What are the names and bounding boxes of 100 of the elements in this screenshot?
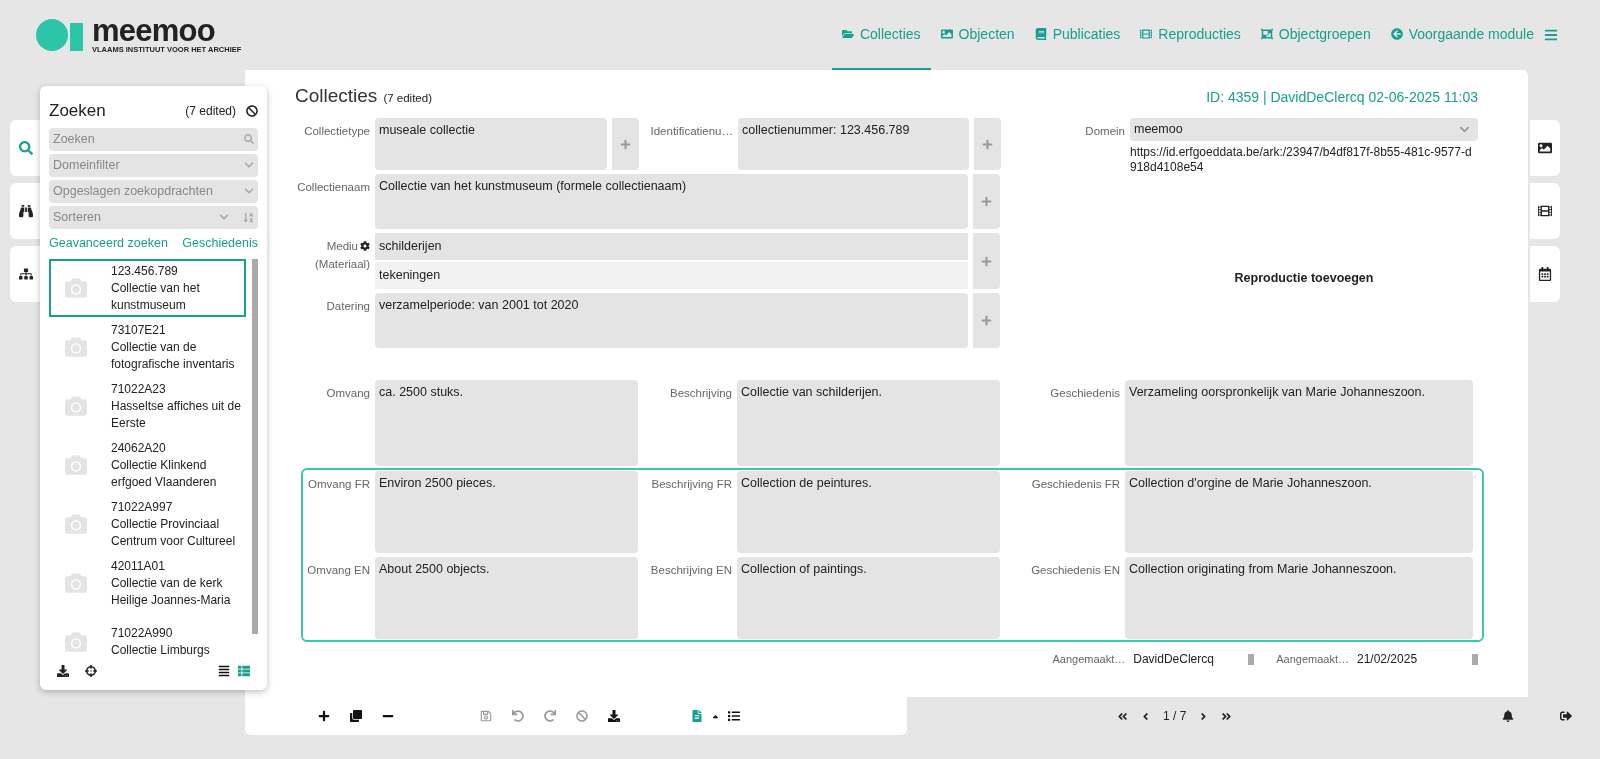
document-icon (691, 710, 703, 722)
film-tab[interactable] (1530, 183, 1560, 239)
scroll-handle-icon (1248, 653, 1255, 665)
edited-count: (7 edited) (383, 90, 432, 106)
detail-list-icon (238, 665, 250, 678)
side-tab[interactable] (10, 183, 42, 239)
text-field[interactable]: collectienummer: 123.456.789 (738, 118, 969, 170)
camera-icon (65, 513, 87, 536)
camera-icon (65, 277, 87, 300)
download-button[interactable] (605, 707, 623, 725)
logo-wordmark: meemoo (92, 16, 215, 47)
result-item[interactable]: 42011A01 Collectie van de kerk Heilige Joannes-Maria (49, 554, 246, 613)
logo-icon (36, 19, 84, 51)
result-item[interactable]: 71022A997 Collectie Provinciaal Centrum voor Cultureel (49, 495, 246, 554)
text-field[interactable]: Collection of paintings. (737, 557, 1000, 639)
result-id: 71022A23 (111, 380, 167, 398)
text-field[interactable]: museale collectie (375, 118, 607, 170)
field-label: Domein (1084, 124, 1126, 139)
double-chevron-left-icon (1117, 710, 1128, 722)
redo-icon (544, 710, 556, 722)
list-icon (218, 665, 230, 678)
menu-icon (1544, 28, 1558, 42)
ban-icon (246, 104, 258, 117)
camera-icon (65, 395, 87, 418)
result-item[interactable]: 71022A990 Collectie Limburgs (49, 613, 246, 664)
download-icon (608, 710, 620, 722)
record-title: Collecties (295, 83, 378, 108)
camera-icon (65, 336, 87, 359)
result-title: Collectie van de fotografische inventaris (111, 338, 236, 373)
text-field[interactable]: Collection originating from Marie Johanneszoon. (1125, 557, 1473, 639)
logout-icon (1560, 710, 1573, 722)
plus-icon (981, 196, 992, 207)
image-icon (940, 28, 953, 40)
crosshair-button[interactable] (85, 665, 97, 678)
list-icon (728, 710, 740, 722)
film-icon (1538, 204, 1552, 218)
result-title: Collectie van het kunstmuseum (111, 279, 201, 314)
double-chevron-right-icon (1221, 710, 1233, 722)
result-item[interactable]: 73107E21 Collectie van de fotografische inventaris (49, 318, 246, 377)
notifications-button[interactable] (1502, 710, 1515, 722)
result-title: Collectie Limburgs (111, 642, 210, 660)
result-title: Collectie van de kerk Heilige Joannes-Maria (111, 574, 232, 609)
field-label: Beschrijving (669, 386, 733, 401)
view-toggle[interactable] (218, 665, 230, 678)
plus-icon (981, 315, 992, 326)
back-arrow-icon (1390, 28, 1403, 40)
sitemap-icon (19, 267, 33, 281)
text-field[interactable]: ca. 2500 stuks. (375, 380, 638, 466)
bell-icon (1502, 710, 1515, 722)
text-field[interactable]: Collectie van schilderijen. (737, 380, 1000, 466)
record-meta: ID: 4359 | DavidDeClercq 02-06-2025 11:03 (1206, 88, 1478, 107)
text-field[interactable]: Collection de peintures. (737, 471, 1000, 553)
side-tab[interactable] (10, 246, 42, 302)
download-button[interactable] (57, 665, 69, 678)
page-indicator: 1 / 7 (1163, 708, 1187, 725)
field-label: Aangemaakt… (1052, 651, 1126, 667)
field-label: Mediu (326, 239, 358, 254)
domain-select[interactable]: meemoo (1130, 118, 1478, 141)
add-reproduction-button[interactable]: Reproductie toevoegen (1234, 269, 1374, 288)
chevron-down-icon (244, 186, 254, 196)
text-field[interactable]: About 2500 objects. (375, 557, 638, 639)
scroll-handle-icon (1472, 653, 1478, 665)
field-label: Beschrijving FR (650, 477, 733, 492)
first-page-button[interactable] (1117, 710, 1128, 722)
last-page-button[interactable] (1221, 710, 1233, 722)
field-value: DavidDeClercq (1133, 651, 1215, 668)
result-id: 71022A990 (111, 625, 174, 643)
camera-icon (65, 631, 87, 654)
camera-icon (65, 572, 87, 595)
cancel-icon (576, 710, 588, 722)
undo-icon (512, 710, 524, 722)
text-field[interactable]: Verzameling oorspronkelijk van Marie Johanneszoon. (1125, 380, 1473, 466)
text-field[interactable]: Collection d'orgine de Marie Johanneszoon. (1125, 471, 1473, 553)
field-label: Aangemaakt… (1276, 651, 1349, 667)
save-icon (480, 710, 492, 722)
calendar-tab[interactable] (1530, 246, 1560, 302)
field-sublabel: (Materiaal) (315, 257, 370, 272)
value-field[interactable]: schilderijen (375, 233, 968, 260)
result-item[interactable]: 24062A20 Collectie Klinkend erfgoed Vlaanderen (49, 436, 246, 495)
calendar-icon (1538, 267, 1552, 281)
image-icon (1538, 141, 1552, 155)
object-group-icon (1260, 28, 1273, 40)
text-field[interactable]: verzamelperiode: van 2001 tot 2020 (375, 293, 968, 348)
gear-icon (360, 241, 370, 251)
text-field[interactable]: Collectie van het kunstmuseum (formele collectienaam) (375, 174, 968, 229)
clear-button[interactable] (246, 104, 258, 117)
panel-title: Zoeken (49, 100, 106, 122)
logout-button[interactable] (1560, 710, 1573, 722)
result-item[interactable]: 123.456.789 Collectie van het kunstmuseum (49, 259, 246, 318)
result-title: Hasseltse affiches uit de Eerste (111, 397, 242, 432)
text-field[interactable]: Environ 2500 pieces. (375, 471, 638, 553)
film-icon (1140, 28, 1153, 40)
result-item[interactable]: 71022A23 Hasseltse affiches uit de Eerste (49, 377, 246, 436)
value-field[interactable]: tekeningen (375, 262, 968, 289)
image-tab[interactable] (1530, 120, 1560, 176)
chevron-down-icon (219, 212, 229, 222)
field-value: 21/02/2025 (1357, 651, 1419, 668)
chevron-down-icon (244, 160, 254, 170)
copy-button[interactable] (347, 707, 365, 725)
view-toggle[interactable] (238, 665, 250, 678)
